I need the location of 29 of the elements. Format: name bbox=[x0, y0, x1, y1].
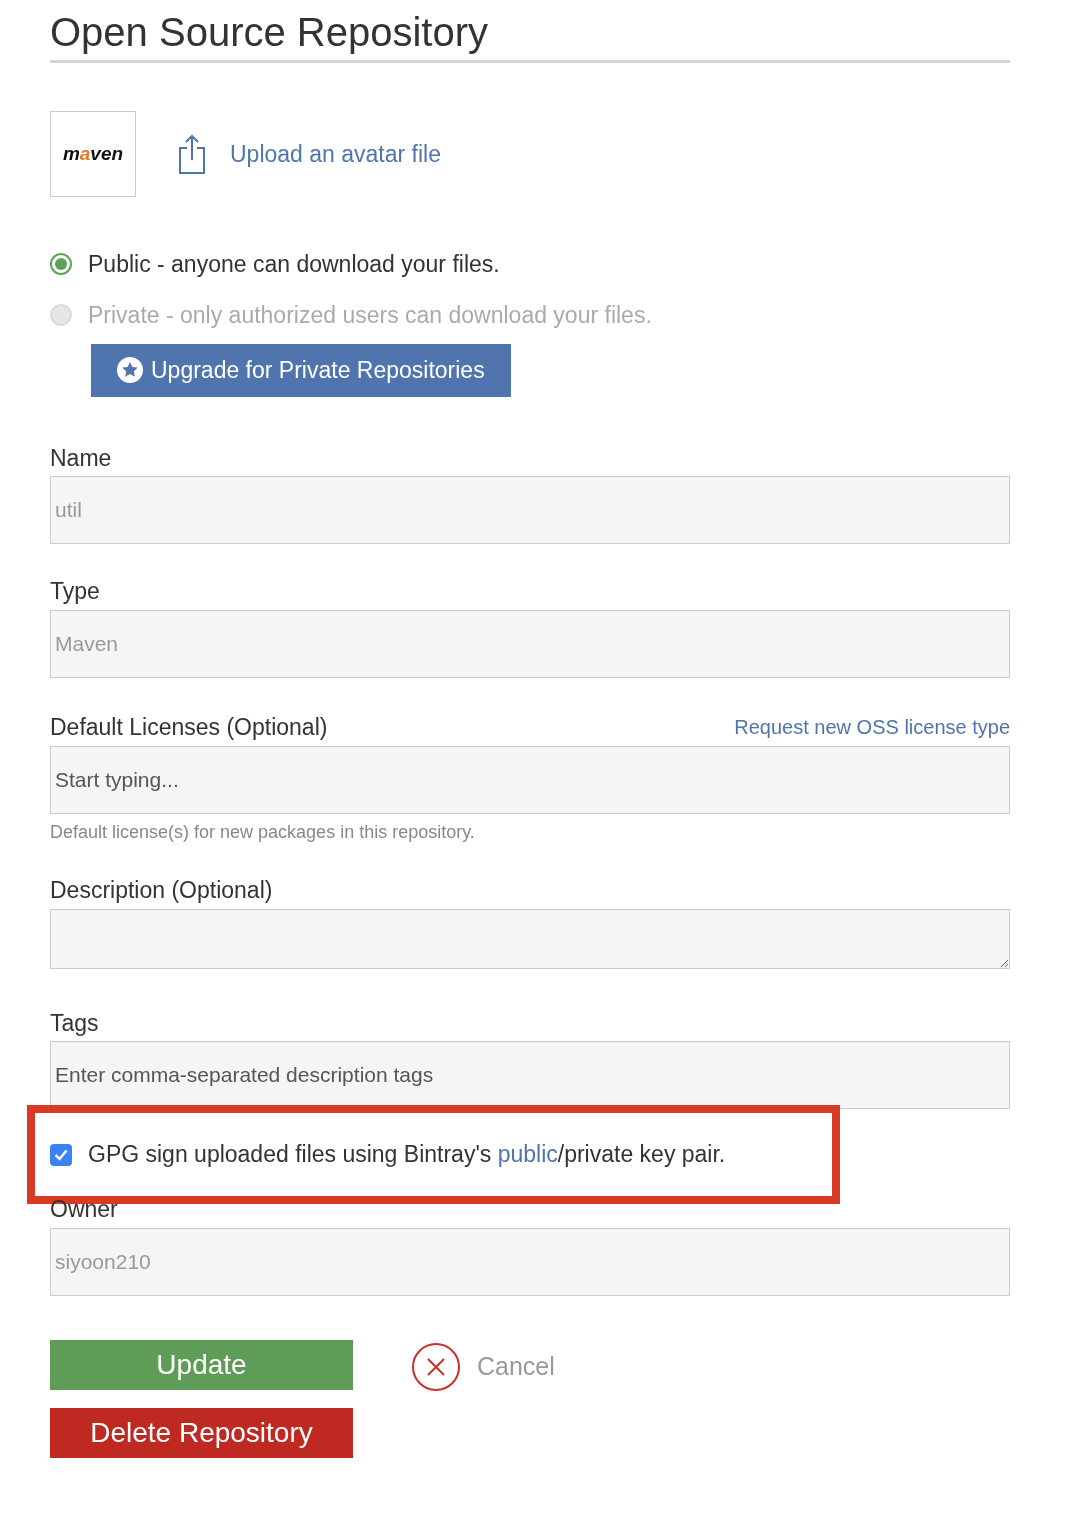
license-request-link[interactable]: Request new OSS license type bbox=[734, 711, 1010, 742]
checkbox[interactable] bbox=[50, 1143, 72, 1166]
field-label: Description (Optional) bbox=[50, 877, 273, 905]
field-label: Default Licenses (Optional) bbox=[50, 714, 328, 742]
checkbox-label: GPG sign uploaded files using Bintray's public/private key pair. bbox=[88, 1140, 726, 1170]
input-field[interactable]: Enter comma-separated description tags bbox=[50, 1041, 1010, 1110]
upgrade-button[interactable]: Upgrade for Private Repositories bbox=[91, 344, 511, 397]
field-label: Tags bbox=[50, 1009, 99, 1038]
checkmark-icon bbox=[54, 1148, 68, 1161]
field-label: Owner bbox=[50, 1195, 118, 1224]
radio-button[interactable] bbox=[50, 253, 72, 276]
input-field[interactable]: Start typing... bbox=[50, 745, 1010, 814]
public-key-link[interactable]: public bbox=[497, 1141, 558, 1168]
delete-button[interactable]: Delete Repository bbox=[50, 1407, 353, 1458]
update-button[interactable]: Update bbox=[50, 1339, 353, 1390]
input-field: siyoon210 bbox=[50, 1227, 1010, 1296]
radio-label: Private - only authorized users can download your files. bbox=[88, 300, 652, 330]
upload-link[interactable]: Upload an avatar file bbox=[178, 134, 441, 174]
radio-label: Public - anyone can download your files. bbox=[88, 250, 500, 279]
input-field: util bbox=[50, 476, 1010, 545]
field-label: Type bbox=[50, 578, 100, 606]
close-icon bbox=[411, 1341, 461, 1392]
field-label: Name bbox=[50, 444, 112, 473]
upload-icon bbox=[178, 134, 206, 174]
input-field: Maven bbox=[50, 609, 1010, 678]
help-text: Default license(s) for new packages in this repository. bbox=[50, 821, 476, 844]
maven-logo: maven bbox=[50, 111, 136, 197]
page-title: Open Source Repository bbox=[50, 8, 1010, 63]
cancel-button[interactable]: Cancel bbox=[411, 1341, 555, 1392]
